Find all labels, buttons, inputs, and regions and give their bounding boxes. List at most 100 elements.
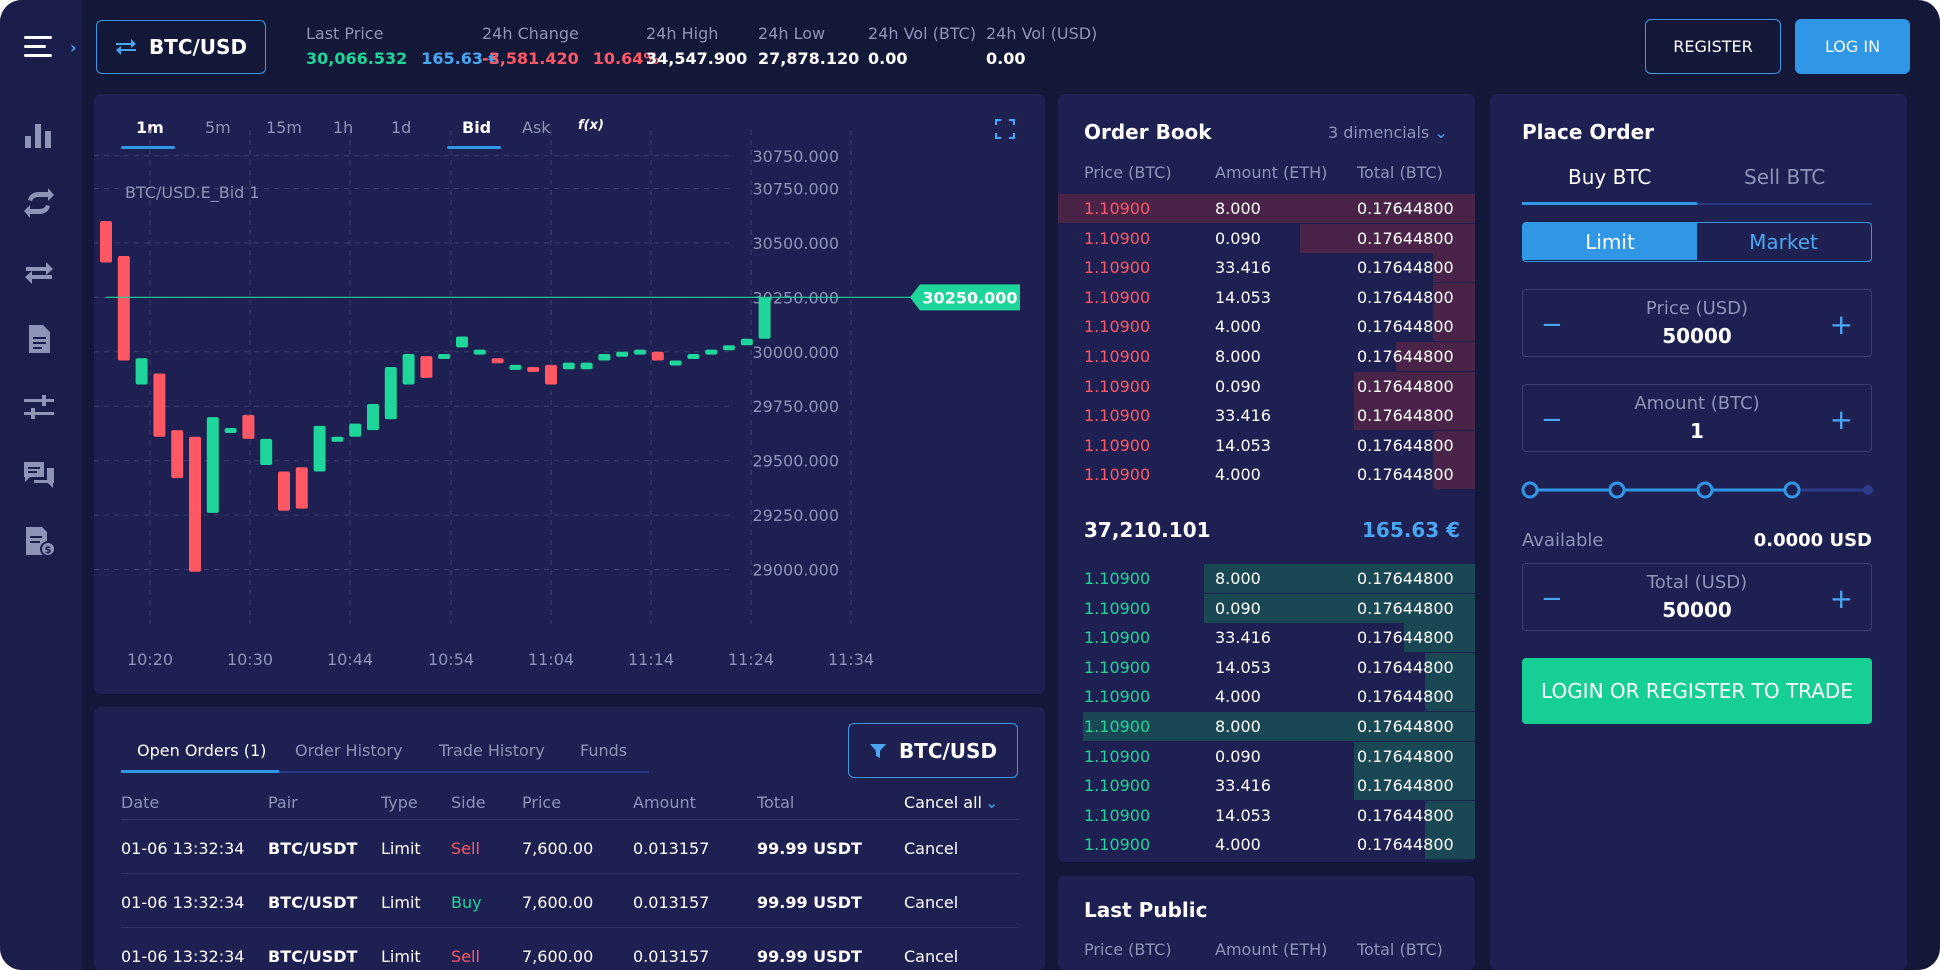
order-type-market[interactable]: Market [1697,223,1870,260]
candle[interactable] [224,428,237,433]
order-book-row[interactable]: 1.10900 0.090 0.17644800 [1058,223,1475,254]
candle[interactable] [687,353,700,359]
orders-tab[interactable]: Order History [295,741,402,760]
tab-buy-btc[interactable]: Buy BTC [1568,165,1651,189]
candle[interactable] [616,351,629,357]
price-value[interactable]: 50000 [1523,324,1871,348]
minus-icon[interactable]: − [1541,405,1563,435]
order-book-row[interactable]: 1.10900 14.053 0.17644800 [1058,652,1475,683]
candle[interactable] [473,349,486,355]
candle[interactable] [438,353,451,359]
candle[interactable] [153,373,166,437]
total-stepper[interactable]: Total (USD) 50000 − + [1522,563,1872,631]
candle[interactable] [171,430,184,479]
orders-tab[interactable]: Trade History [439,741,545,760]
order-book-row[interactable]: 1.10900 4.000 0.17644800 [1058,830,1475,860]
order-book-row[interactable]: 1.10900 8.000 0.17644800 [1058,194,1475,224]
candle[interactable] [456,336,468,348]
candle[interactable] [598,353,611,361]
candle[interactable] [402,353,415,385]
candle[interactable] [242,414,255,439]
candle[interactable] [135,358,148,385]
slider-step-50[interactable] [1696,481,1714,499]
candle[interactable] [206,417,219,513]
candle[interactable] [278,471,290,511]
order-book-row[interactable]: 1.10900 8.000 0.17644800 [1058,712,1475,742]
candle[interactable] [491,358,504,364]
order-book-row[interactable]: 1.10900 33.416 0.17644800 [1058,771,1475,801]
order-book-row[interactable]: 1.10900 33.416 0.17644800 [1058,401,1475,431]
cancel-order-link[interactable]: Cancel [904,947,958,966]
candle[interactable] [527,367,540,373]
order-book-row[interactable]: 1.10900 0.090 0.17644800 [1058,741,1475,772]
candle[interactable] [740,338,753,346]
order-book-row[interactable]: 1.10900 0.090 0.17644800 [1058,371,1475,402]
candle[interactable] [117,255,130,361]
order-book-row[interactable]: 1.10900 14.053 0.17644800 [1058,282,1475,313]
candle[interactable] [367,404,379,431]
candle[interactable] [562,362,575,370]
candle[interactable] [260,438,273,466]
plus-icon[interactable]: + [1830,582,1853,615]
chevron-down-icon[interactable]: ⌄ [985,793,998,812]
chat-icon[interactable] [22,458,56,492]
order-book-row[interactable]: 1.10900 33.416 0.17644800 [1058,253,1475,283]
candle[interactable] [634,349,646,355]
order-book-row[interactable]: 1.10900 4.000 0.17644800 [1058,312,1475,342]
exchange-cycle-icon[interactable] [22,186,56,220]
candle[interactable] [723,345,735,351]
slider-step-100[interactable] [1863,485,1873,495]
order-book-row[interactable]: 1.10900 4.000 0.17644800 [1058,460,1475,490]
sidebar-expand-chevron-icon[interactable]: › [70,38,77,57]
sliders-icon[interactable] [22,390,56,424]
candle[interactable] [189,436,201,572]
candle[interactable] [651,351,664,361]
order-book-row[interactable]: 1.10900 14.053 0.17644800 [1058,430,1475,461]
candle[interactable] [331,436,344,442]
amount-value[interactable]: 1 [1523,419,1871,443]
decimals-dropdown[interactable]: 3 dimencials ⌄ [1328,123,1448,142]
slider-step-0[interactable] [1521,481,1539,499]
candle[interactable] [580,362,593,370]
order-book-row[interactable]: 1.10900 8.000 0.17644800 [1058,342,1475,372]
total-value[interactable]: 50000 [1523,598,1871,622]
candle[interactable] [295,467,308,509]
plus-icon[interactable]: + [1830,403,1853,436]
candle[interactable] [509,364,522,370]
tab-sell-btc[interactable]: Sell BTC [1744,165,1825,189]
slider-step-75[interactable] [1783,481,1801,499]
orders-tab[interactable]: Funds [580,741,627,760]
order-book-row[interactable]: 1.10900 0.090 0.17644800 [1058,593,1475,624]
order-type-limit[interactable]: Limit [1523,223,1697,260]
bar-chart-icon[interactable] [22,118,56,152]
candle[interactable] [705,349,718,355]
candlestick-chart[interactable]: 30750.000 30750.000 30500.000 30250.000 3000… [94,94,1045,694]
login-button[interactable]: LOG IN [1795,19,1910,74]
register-button[interactable]: REGISTER [1645,19,1781,74]
cancel-all-dropdown[interactable]: Cancel all [904,793,982,812]
candle[interactable] [384,367,397,420]
order-book-row[interactable]: 1.10900 8.000 0.17644800 [1058,564,1475,594]
candle[interactable] [100,221,112,263]
order-book-row[interactable]: 1.10900 14.053 0.17644800 [1058,800,1475,831]
order-book-row[interactable]: 1.10900 33.416 0.17644800 [1058,623,1475,653]
order-book-row[interactable]: 1.10900 4.000 0.17644800 [1058,682,1475,712]
orders-tab[interactable]: Open Orders (1) [137,741,266,760]
amount-slider[interactable] [1518,480,1880,500]
hamburger-menu-icon[interactable] [24,36,52,58]
minus-icon[interactable]: − [1541,584,1563,614]
invoice-icon[interactable]: $ [22,524,56,558]
candle[interactable] [669,360,682,366]
minus-icon[interactable]: − [1541,310,1563,340]
document-icon[interactable] [22,322,56,356]
plus-icon[interactable]: + [1830,308,1853,341]
candle[interactable] [313,425,326,472]
candle[interactable] [349,423,362,437]
pair-selector-button[interactable]: BTC/USD [96,20,266,74]
swap-arrows-icon[interactable] [22,256,56,290]
amount-stepper[interactable]: Amount (BTC) 1 − + [1522,384,1872,452]
pair-filter-button[interactable]: BTC/USD [848,723,1018,778]
cancel-order-link[interactable]: Cancel [904,839,958,858]
candle[interactable] [545,364,557,385]
cancel-order-link[interactable]: Cancel [904,893,958,912]
